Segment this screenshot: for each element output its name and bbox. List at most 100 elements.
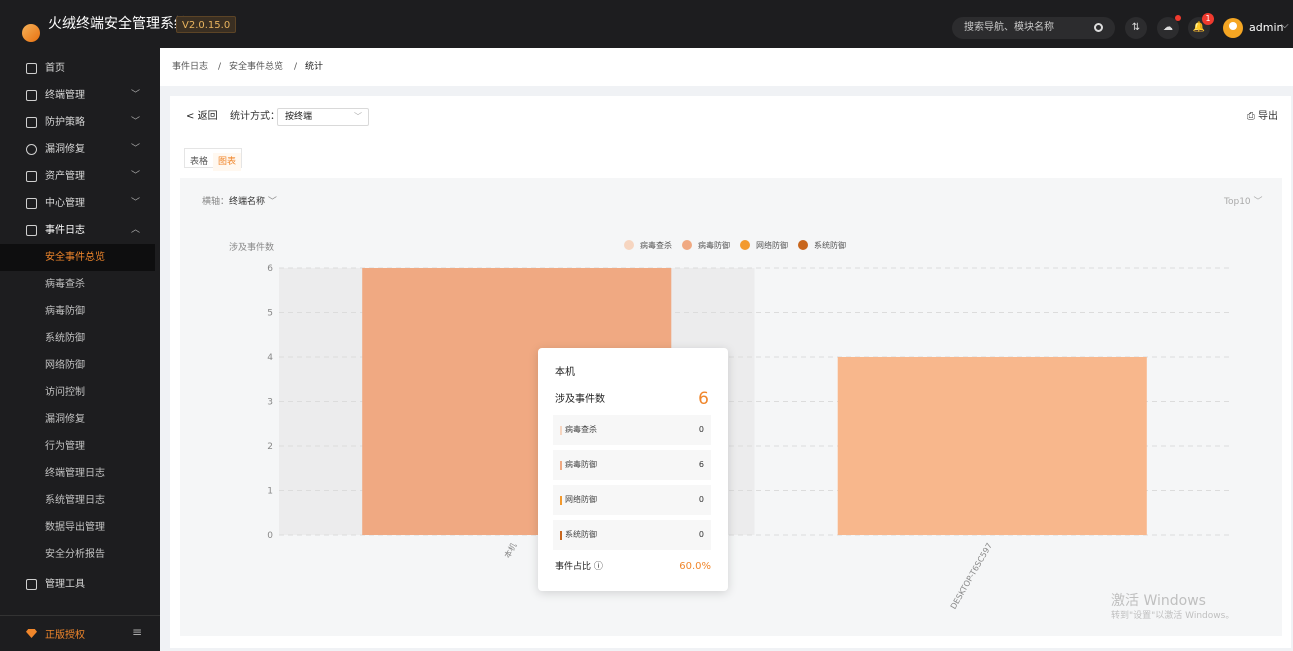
sidebar-subitem[interactable]: 系统防御	[0, 325, 155, 352]
sidebar-item-label: 终端管理	[45, 90, 85, 101]
sidebar-subitem[interactable]: 网络防御	[0, 352, 155, 379]
main-card: < 返回 统计方式： 按终端 ﹀ ⎙ 导出 表格 图表 横轴：终端名称 ﹀ Top…	[170, 96, 1291, 648]
y-tick-label: 3	[267, 398, 273, 408]
sidebar-subitem[interactable]: 数据导出管理	[0, 514, 155, 541]
y-tick-label: 1	[267, 487, 273, 497]
license-bar[interactable]: 正版授权 ≡	[0, 615, 160, 651]
tooltip-row: 系统防御 0	[553, 520, 711, 550]
logo-icon	[22, 24, 40, 42]
sidebar-item-strategy[interactable]: 防护策略 ﹀	[0, 109, 160, 136]
strategy-icon	[26, 117, 37, 128]
export-icon: ⎙	[1246, 111, 1255, 122]
activation-watermark: 激活 Windows 转到"设置"以激活 Windows。	[1111, 592, 1234, 623]
breadcrumb-item[interactable]: 事件日志	[172, 60, 208, 74]
server-icon	[26, 198, 37, 209]
menu-collapse-icon[interactable]: ≡	[132, 625, 142, 639]
app-title: 火绒终端安全管理系统	[48, 16, 188, 32]
sidebar: 首页 终端管理 ﹀ 防护策略 ﹀ 漏洞修复 ﹀ 资产管理 ﹀ 中心管理 ﹀ 事件…	[0, 48, 160, 651]
chart-tooltip: 本机 涉及事件数 6 病毒查杀 0 病毒防御 6 网络防御 0 系统防御 0 事…	[538, 348, 728, 591]
chevron-down-icon: ﹀	[131, 117, 141, 127]
breadcrumb-item[interactable]: 安全事件总览	[229, 60, 283, 74]
sidebar-subitem[interactable]: 终端管理日志	[0, 460, 155, 487]
tooltip-row-name: 病毒防御	[565, 460, 597, 469]
tooltip-title: 本机	[555, 367, 575, 378]
transfer-icon[interactable]: ⇅	[1125, 17, 1147, 39]
monitor-icon	[26, 90, 37, 101]
diamond-icon	[26, 629, 37, 638]
sidebar-item-assets[interactable]: 资产管理 ﹀	[0, 163, 160, 190]
legend-label: 网络防御	[756, 240, 788, 250]
y-tick-label: 2	[267, 442, 273, 452]
calendar-icon	[26, 225, 37, 236]
sidebar-subitem[interactable]: 安全事件总览	[0, 244, 155, 271]
tooltip-ratio-value: 60.0%	[679, 561, 711, 572]
sidebar-subitem[interactable]: 行为管理	[0, 433, 155, 460]
tooltip-row: 病毒查杀 0	[553, 415, 711, 445]
box-icon	[26, 171, 37, 182]
sidebar-item-event-log[interactable]: 事件日志 ︿	[0, 217, 160, 244]
chevron-down-icon: ﹀	[131, 198, 141, 208]
sidebar-item-center[interactable]: 中心管理 ﹀	[0, 190, 160, 217]
sidebar-subitem[interactable]: 访问控制	[0, 379, 155, 406]
y-tick-label: 0	[267, 531, 273, 541]
breadcrumb: 事件日志 / 安全事件总览 / 统计	[160, 48, 1293, 86]
legend-marker	[798, 240, 808, 250]
sidebar-subitem[interactable]: 安全分析报告	[0, 541, 155, 568]
view-tabs: 表格 图表	[184, 148, 243, 171]
tooltip-row: 病毒防御 6	[553, 450, 711, 480]
sidebar-item-label: 资产管理	[45, 171, 85, 182]
export-button[interactable]: ⎙ 导出	[1247, 110, 1278, 124]
search-input[interactable]: 搜索导航、模块名称	[952, 17, 1115, 39]
legend-label: 病毒防御	[698, 240, 730, 250]
info-icon[interactable]: ⓘ	[594, 562, 603, 572]
sidebar-subitem[interactable]: 系统管理日志	[0, 487, 155, 514]
user-name[interactable]: admin	[1249, 21, 1283, 35]
x-tick-label: DESKTOP-T6SC597	[949, 542, 994, 611]
sidebar-subitem[interactable]: 漏洞修复	[0, 406, 155, 433]
top-bar: 火绒终端安全管理系统 V2.0.15.0 搜索导航、模块名称 ⇅ ☁ 🔔 1 a…	[0, 0, 1293, 48]
tooltip-ratio-text: 事件占比	[555, 562, 592, 572]
chevron-up-icon: ︿	[131, 225, 141, 235]
tooltip-row-name: 系统防御	[565, 530, 597, 539]
chevron-down-icon[interactable]: ⌵	[1281, 20, 1289, 31]
sidebar-item-label: 中心管理	[45, 198, 85, 209]
y-tick-label: 4	[267, 353, 273, 363]
sidebar-item-vuln[interactable]: 漏洞修复 ﹀	[0, 136, 160, 163]
mode-select[interactable]: 按终端 ﹀	[277, 108, 369, 126]
tooltip-count-label: 涉及事件数	[555, 394, 605, 405]
sidebar-item-label: 首页	[45, 63, 65, 74]
x-tick-label: 本机	[502, 541, 519, 560]
chevron-down-icon: ﹀	[131, 144, 141, 154]
user-avatar-icon[interactable]	[1223, 18, 1243, 38]
tooltip-row: 网络防御 0	[553, 485, 711, 515]
chevron-down-icon: ﹀	[131, 171, 141, 181]
sidebar-item-tools[interactable]: 管理工具	[0, 571, 160, 598]
back-button[interactable]: < 返回	[186, 110, 218, 124]
sidebar-item-home[interactable]: 首页	[0, 55, 160, 82]
y-tick-label: 6	[267, 264, 273, 274]
tooltip-row-value: 0	[698, 530, 704, 539]
sidebar-subitem[interactable]: 病毒查杀	[0, 271, 155, 298]
sidebar-item-terminal[interactable]: 终端管理 ﹀	[0, 82, 160, 109]
legend-marker	[624, 240, 634, 250]
tab-chart[interactable]: 图表	[213, 153, 242, 171]
bar-chart: 0123456涉及事件数 病毒查杀 病毒防御 网络防御 系统防御本机 DESKTOP-T6…	[229, 240, 1230, 611]
bar	[837, 357, 1147, 535]
search-icon[interactable]	[1094, 23, 1103, 32]
tooltip-row-value: 0	[698, 425, 704, 434]
breadcrumb-separator: /	[218, 62, 222, 72]
y-tick-label: 5	[267, 309, 273, 319]
tooltip-row-value: 6	[698, 460, 704, 469]
mode-select-value: 按终端	[285, 112, 313, 122]
y-axis-label: 涉及事件数	[229, 241, 274, 253]
breadcrumb-current: 统计	[305, 62, 324, 72]
series-marker	[560, 531, 562, 540]
tab-table[interactable]: 表格	[185, 153, 213, 171]
notification-badge: 1	[1202, 13, 1214, 25]
sidebar-item-label: 事件日志	[45, 225, 85, 236]
chevron-left-icon: <	[186, 111, 195, 122]
sidebar-subitem[interactable]: 病毒防御	[0, 298, 155, 325]
back-label: 返回	[197, 111, 218, 122]
tooltip-row-name: 病毒查杀	[565, 425, 597, 434]
sidebar-item-label: 防护策略	[45, 117, 85, 128]
